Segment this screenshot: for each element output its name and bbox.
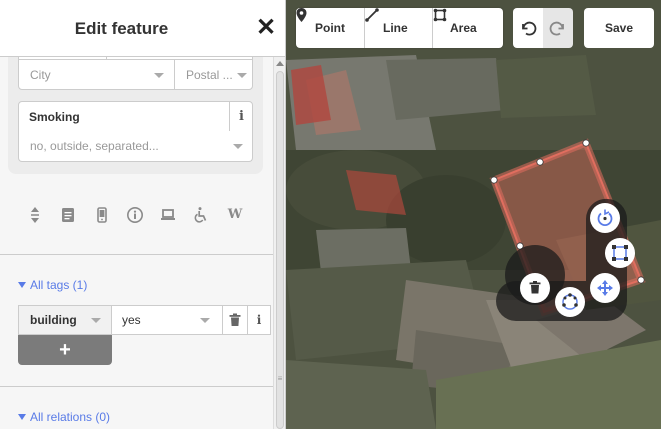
document-icon[interactable] <box>58 205 78 225</box>
smoking-combo[interactable]: no, outside, separated... <box>18 131 253 162</box>
fields-panel: City Postal ... Smoking i no, outside, s… <box>8 57 263 174</box>
point-label: Point <box>315 21 345 35</box>
tag-value-dropdown-icon[interactable] <box>200 318 210 323</box>
section-divider <box>0 254 273 255</box>
tag-key-input[interactable]: building <box>18 305 112 335</box>
redo-button[interactable] <box>543 8 573 48</box>
smoking-input[interactable]: no, outside, separated... <box>30 131 220 161</box>
info-icon[interactable] <box>125 205 145 225</box>
trash-icon <box>529 281 541 294</box>
add-feature-toolbar: Point Line Area <box>296 8 503 48</box>
level-icon[interactable] <box>25 205 45 225</box>
undo-icon <box>522 21 537 36</box>
wheelchair-icon[interactable] <box>191 205 211 225</box>
smoking-label: Smoking <box>29 110 80 124</box>
trash-icon <box>229 313 241 326</box>
tag-info-button[interactable]: i <box>247 305 271 335</box>
smoking-info-button[interactable]: i <box>229 102 253 132</box>
move-icon <box>597 280 613 296</box>
close-icon[interactable]: ✕ <box>252 14 280 42</box>
scroll-up-arrow[interactable] <box>276 61 284 66</box>
orthogonalize-icon <box>612 245 628 261</box>
city-dropdown-icon[interactable] <box>154 73 164 78</box>
sidebar: Edit feature ✕ City Postal ... Smoking i… <box>0 0 286 429</box>
add-point-button[interactable]: Point <box>296 8 364 48</box>
rotate-icon <box>597 209 613 227</box>
delete-tag-button[interactable] <box>223 305 248 335</box>
section-divider <box>0 386 273 387</box>
sidebar-body: City Postal ... Smoking i no, outside, s… <box>0 57 273 429</box>
all-relations-toggle[interactable]: All relations (0) <box>18 407 110 427</box>
scroll-grip: ≡ <box>277 374 283 383</box>
undo-button[interactable] <box>513 8 543 48</box>
postal-field[interactable]: Postal ... <box>186 60 236 90</box>
add-line-button[interactable]: Line <box>365 8 433 48</box>
delete-feature-button[interactable] <box>520 273 550 303</box>
all-tags-label: All tags (1) <box>30 278 88 292</box>
sidebar-header: Edit feature ✕ <box>0 0 285 57</box>
disclosure-icon <box>18 282 26 288</box>
rotate-button[interactable] <box>590 203 620 233</box>
map-area[interactable]: Point Line Area Save <box>286 0 661 429</box>
square-corners-button[interactable] <box>605 238 635 268</box>
postal-dropdown-icon[interactable] <box>237 73 247 78</box>
address-city-row: City Postal ... <box>18 59 253 90</box>
address-divider <box>174 60 175 90</box>
tag-key-text: building <box>30 313 77 327</box>
scroll-thumb[interactable]: ≡ <box>276 71 284 429</box>
smoking-dropdown-icon[interactable] <box>233 144 243 149</box>
add-tag-button[interactable]: + <box>18 335 112 365</box>
tag-key-dropdown-icon[interactable] <box>91 318 101 323</box>
add-area-button[interactable]: Area <box>433 8 503 48</box>
more-fields-row: W <box>0 197 273 233</box>
disclosure-icon <box>18 414 26 420</box>
circularize-button[interactable] <box>555 287 585 317</box>
sidebar-title: Edit feature <box>74 19 169 38</box>
line-label: Line <box>383 21 408 35</box>
redo-icon <box>549 21 564 36</box>
city-field[interactable]: City <box>30 60 150 90</box>
all-relations-label: All relations (0) <box>30 410 111 424</box>
sidebar-scrollbar[interactable]: ≡ <box>273 57 285 429</box>
area-label: Area <box>450 21 477 35</box>
laptop-icon[interactable] <box>158 205 178 225</box>
tag-row: building yes i <box>18 305 271 335</box>
wikipedia-icon[interactable]: W <box>225 205 245 225</box>
smoking-label-row: Smoking i <box>18 101 253 132</box>
tag-value-input[interactable]: yes <box>112 305 223 335</box>
save-button[interactable]: Save <box>584 8 654 48</box>
all-tags-toggle[interactable]: All tags (1) <box>18 275 87 295</box>
move-button[interactable] <box>590 273 620 303</box>
circularize-icon <box>562 293 578 310</box>
phone-icon[interactable] <box>92 205 112 225</box>
tag-value-text: yes <box>122 313 141 327</box>
